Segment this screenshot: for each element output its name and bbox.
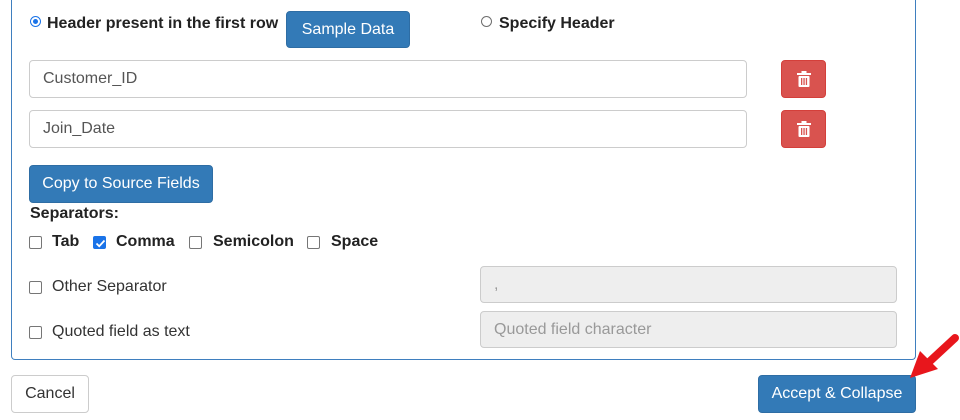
separator-semicolon-label: Semicolon	[213, 233, 294, 250]
trash-icon	[796, 121, 811, 137]
separator-tab-checkbox[interactable]	[29, 236, 42, 249]
first-row-header-label: Header present in the first row	[47, 15, 279, 32]
separators-heading: Separators:	[30, 205, 119, 222]
sample-data-button[interactable]: Sample Data	[286, 11, 410, 48]
trash-icon	[796, 71, 811, 87]
checkmark-icon	[95, 239, 106, 248]
quoted-field-label: Quoted field as text	[52, 323, 190, 340]
delete-field-button-customer-id[interactable]	[781, 60, 826, 98]
accept-collapse-button[interactable]: Accept & Collapse	[758, 375, 916, 413]
separator-tab-label: Tab	[52, 233, 80, 250]
separator-semicolon-checkbox[interactable]	[189, 236, 202, 249]
delete-field-button-join-date[interactable]	[781, 110, 826, 148]
specify-header-radio[interactable]	[481, 16, 492, 27]
separator-space-checkbox[interactable]	[307, 236, 320, 249]
other-separator-label: Other Separator	[52, 278, 167, 295]
field-input-join-date[interactable]: Join_Date	[29, 110, 747, 148]
separator-space-label: Space	[331, 233, 379, 250]
quoted-field-character-input[interactable]: Quoted field character	[480, 311, 897, 348]
field-input-customer-id[interactable]: Customer_ID	[29, 60, 747, 98]
first-row-header-radio[interactable]	[30, 16, 41, 27]
separator-comma-checkbox[interactable]	[93, 236, 106, 249]
other-separator-checkbox[interactable]	[29, 281, 42, 294]
separator-comma-label: Comma	[116, 233, 175, 250]
copy-to-source-fields-button[interactable]: Copy to Source Fields	[29, 165, 213, 203]
specify-header-label: Specify Header	[499, 15, 615, 32]
quoted-field-checkbox[interactable]	[29, 326, 42, 339]
other-separator-input[interactable]: ,	[480, 266, 897, 303]
annotation-arrow-icon	[910, 334, 959, 378]
cancel-button[interactable]: Cancel	[11, 375, 89, 413]
